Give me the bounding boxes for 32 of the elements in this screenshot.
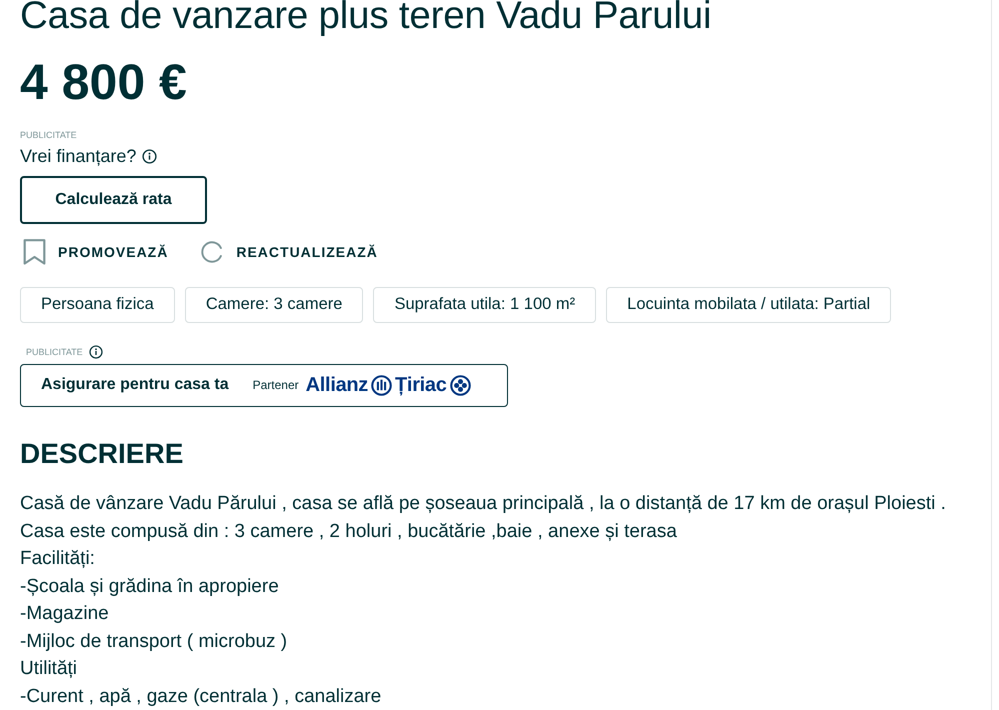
description-line: Facilități:	[20, 547, 96, 571]
description-line: -Mijloc de transport ( microbuz )	[20, 630, 288, 654]
circle-bars-icon	[371, 374, 392, 396]
ad-label: PUBLICITATE	[20, 129, 77, 141]
info-icon[interactable]	[88, 344, 103, 359]
refresh-icon	[201, 238, 224, 265]
description-line: -Școala și grădina în apropiere	[20, 574, 280, 598]
listing-title: Casa de vanzare plus teren Vadu Parului	[20, 0, 712, 35]
info-icon[interactable]	[142, 148, 158, 164]
partner-label: Partener	[252, 378, 299, 392]
parameter-tag: Locuinta mobilata / utilata: Partial	[606, 286, 892, 323]
parameter-tag: Camere: 3 camere	[184, 286, 364, 323]
calculate-rate-button[interactable]: Calculează rata	[20, 176, 207, 224]
description-heading: DESCRIERE	[20, 437, 184, 471]
insurance-ad-banner[interactable]: Asigurare pentru casa ta Partener Allianz Țiriac	[20, 364, 508, 407]
price: 4 800 €	[20, 54, 187, 110]
description-line: Casa este compusă din : 3 camere , 2 holuri , bucătărie ,baie , anexe și terasa	[20, 520, 678, 544]
partner-name: Allianz	[306, 374, 368, 397]
action-link[interactable]: REACTUALIZEAZĂ	[198, 238, 378, 265]
parameter-tag: Suprafata utila: 1 100 m²	[373, 286, 596, 323]
description-line: -Curent , apă , gaze (centrala ) , canalizare	[20, 684, 382, 708]
description-line: Utilități	[20, 657, 78, 681]
financing-question: Vrei finanțare?	[20, 145, 136, 168]
insurance-ad-title: Asigurare pentru casa ta	[41, 376, 229, 394]
description-line: -Magazine	[20, 602, 110, 626]
ad-label: PUBLICITATE	[26, 346, 83, 358]
circle-cross-icon	[450, 374, 471, 396]
parameter-tag: Persoana fizica	[20, 286, 175, 323]
bookmark-icon	[23, 238, 46, 265]
action-link[interactable]: PROMOVEAZĂ	[20, 238, 168, 265]
description-line: Casă de vânzare Vadu Părului , casa se află pe șoseaua principală , la o distanță de 17 km de orașul Ploiesti .	[20, 492, 946, 516]
partner-name: Țiriac	[395, 374, 447, 397]
